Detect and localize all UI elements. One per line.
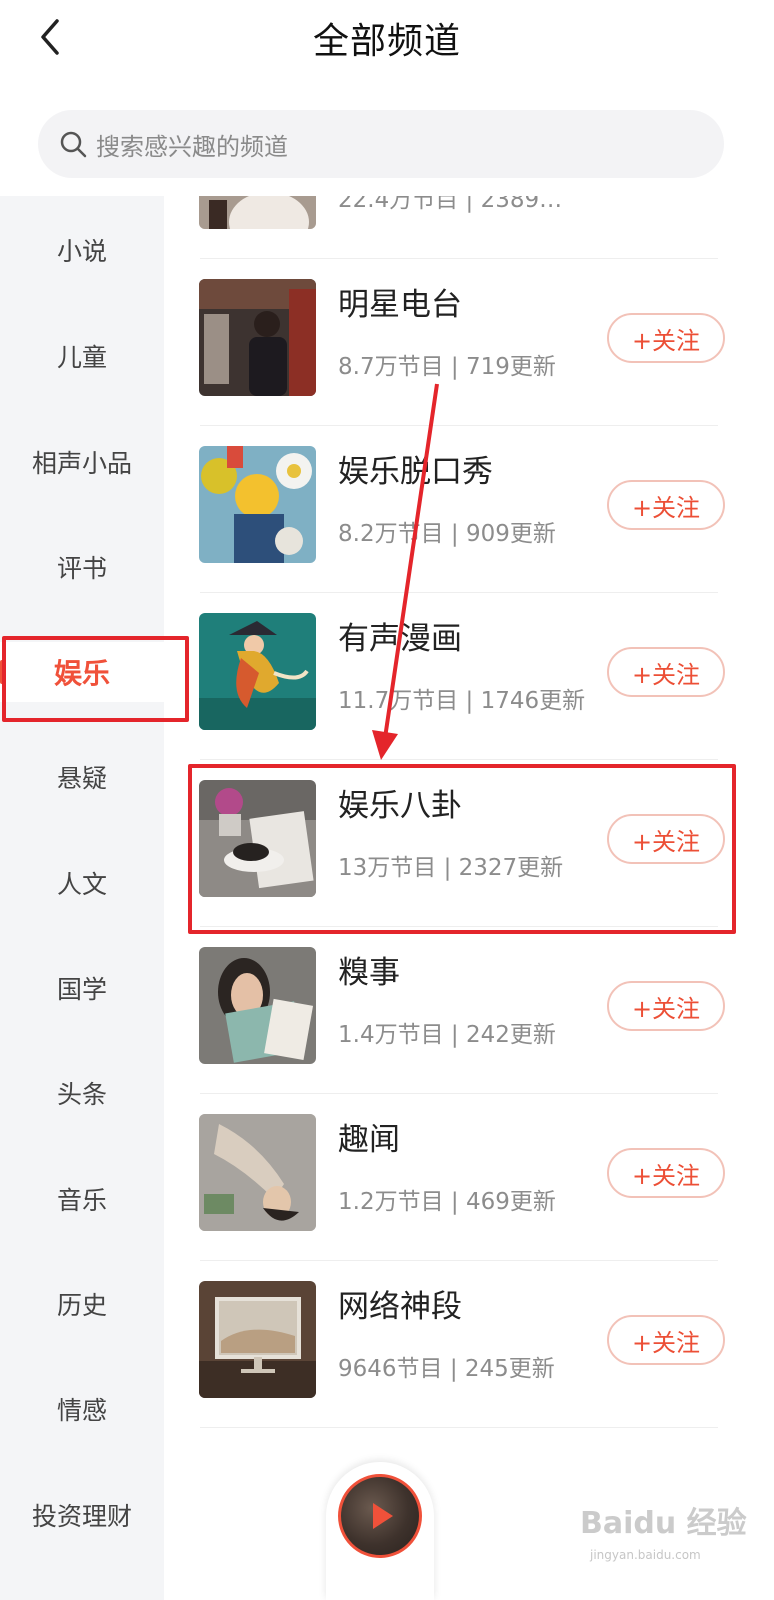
sidebar-item-humanities[interactable]: 人文: [0, 853, 164, 913]
header-bar: 全部频道: [0, 0, 774, 100]
channel-thumbnail: [199, 279, 316, 396]
channel-thumbnail: [199, 1114, 316, 1231]
follow-button[interactable]: +关注: [607, 1315, 725, 1365]
sidebar-item-emotion[interactable]: 情感: [0, 1379, 164, 1439]
channel-name: 明星电台: [338, 287, 462, 323]
channel-stats: 9646节目 | 245更新: [338, 1356, 555, 1382]
list-item[interactable]: 有声漫画 11.7万节目 | 1746更新 +关注: [164, 593, 774, 760]
mini-player[interactable]: [326, 1462, 434, 1600]
channel-name: 糗事: [338, 955, 400, 991]
search-placeholder: 搜索感兴趣的频道: [96, 132, 288, 161]
follow-button[interactable]: +关注: [607, 480, 725, 530]
search-icon: [58, 129, 88, 159]
channel-name: 有声漫画: [338, 621, 462, 657]
channel-stats: 1.2万节目 | 469更新: [338, 1189, 556, 1215]
channel-stats: 11.7万节目 | 1746更新: [338, 688, 586, 714]
annotation-box-row: [188, 764, 736, 934]
sidebar-item-sinology[interactable]: 国学: [0, 958, 164, 1018]
channel-stats: 1.4万节目 | 242更新: [338, 1022, 556, 1048]
category-sidebar: 小说 儿童 相声小品 评书 娱乐 悬疑 人文 国学 头条 音乐 历史 情感 投资…: [0, 196, 164, 1600]
channel-thumbnail: [199, 196, 316, 229]
channel-name: 娱乐脱口秀: [338, 454, 493, 490]
follow-button[interactable]: +关注: [607, 981, 725, 1031]
sidebar-item-storytelling[interactable]: 评书: [0, 537, 164, 597]
sidebar-item-investment[interactable]: 投资理财: [0, 1485, 164, 1545]
channel-name: 趣闻: [338, 1122, 400, 1158]
player-cover: [338, 1474, 422, 1558]
channel-thumbnail: [199, 613, 316, 730]
follow-button[interactable]: +关注: [607, 1148, 725, 1198]
list-item[interactable]: 糗事 1.4万节目 | 242更新 +关注: [164, 927, 774, 1094]
sidebar-item-crosstalk[interactable]: 相声小品: [0, 432, 164, 492]
row-divider: [200, 1427, 718, 1428]
watermark-logo: Baidu 经验: [580, 1506, 747, 1541]
channel-thumbnail: [199, 1281, 316, 1398]
sidebar-item-children[interactable]: 儿童: [0, 326, 164, 386]
annotation-box-sidebar: [2, 636, 189, 722]
list-item[interactable]: 明星电台 8.7万节目 | 719更新 +关注: [164, 259, 774, 426]
channel-thumbnail: [199, 446, 316, 563]
watermark-url: jingyan.baidu.com: [590, 1548, 701, 1562]
sidebar-item-headlines[interactable]: 头条: [0, 1063, 164, 1123]
page-title: 全部频道: [312, 21, 461, 62]
channel-thumbnail: [199, 947, 316, 1064]
channel-stats: 22.4万节目 | 2389…: [338, 196, 563, 213]
channel-name: 网络神段: [338, 1289, 462, 1325]
list-item[interactable]: 网络神段 9646节目 | 245更新 +关注: [164, 1261, 774, 1428]
channel-stats: 8.7万节目 | 719更新: [338, 354, 556, 380]
list-item[interactable]: 娱乐脱口秀 8.2万节目 | 909更新 +关注: [164, 426, 774, 593]
sidebar-item-novel[interactable]: 小说: [0, 220, 164, 280]
sidebar-item-history[interactable]: 历史: [0, 1274, 164, 1334]
sidebar-item-music[interactable]: 音乐: [0, 1169, 164, 1229]
follow-button[interactable]: +关注: [607, 647, 725, 697]
list-item[interactable]: 趣闻 1.2万节目 | 469更新 +关注: [164, 1094, 774, 1261]
follow-button[interactable]: +关注: [607, 313, 725, 363]
search-input[interactable]: 搜索感兴趣的频道: [38, 110, 724, 178]
sidebar-item-suspense[interactable]: 悬疑: [0, 747, 164, 807]
list-item[interactable]: 22.4万节目 | 2389…: [164, 196, 774, 259]
play-icon: [373, 1503, 393, 1529]
channel-stats: 8.2万节目 | 909更新: [338, 521, 556, 547]
